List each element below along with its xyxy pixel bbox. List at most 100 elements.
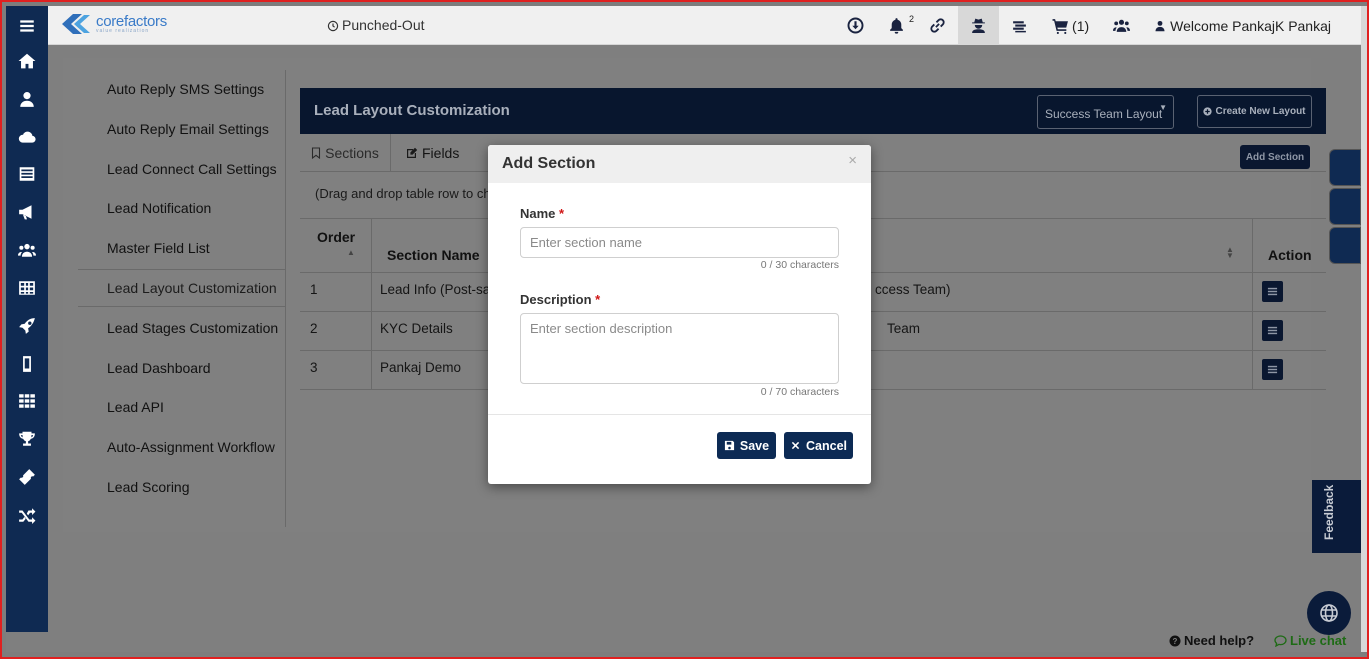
modal-title: Add Section bbox=[502, 155, 596, 172]
add-section-modal: Add Section × Name * 0 / 30 characters D… bbox=[488, 145, 871, 484]
name-label: Name * bbox=[520, 206, 564, 221]
sort-up-icon[interactable]: ▲ bbox=[347, 248, 355, 257]
caret-down-icon: ▼ bbox=[1159, 103, 1167, 112]
need-help-label: Need help? bbox=[1184, 633, 1255, 648]
save-icon bbox=[724, 440, 734, 451]
header-order[interactable]: Order bbox=[317, 229, 355, 245]
welcome-text: Welcome PankajK Pankaj bbox=[1170, 17, 1331, 34]
apps-grid-icon[interactable] bbox=[16, 390, 38, 412]
team-button[interactable] bbox=[1101, 6, 1142, 45]
header-action: Action bbox=[1268, 247, 1312, 263]
close-icon[interactable]: × bbox=[848, 152, 857, 169]
punch-status[interactable]: Punched-Out bbox=[327, 17, 425, 33]
corefactors-logo[interactable]: corefactors value realization bbox=[60, 13, 167, 35]
table-icon[interactable] bbox=[16, 277, 38, 299]
add-section-button[interactable]: Add Section bbox=[1240, 145, 1310, 169]
menu-item-lead-api[interactable]: Lead API bbox=[78, 388, 286, 426]
save-button[interactable]: Save bbox=[717, 432, 776, 459]
cloud-icon[interactable] bbox=[16, 126, 38, 148]
megaphone-icon[interactable] bbox=[16, 201, 38, 223]
settings-menu: Auto Reply SMS Settings Auto Reply Email … bbox=[78, 70, 286, 527]
rocket-icon[interactable] bbox=[16, 315, 38, 337]
live-chat-link[interactable]: Live chat bbox=[1274, 633, 1346, 648]
user-secret-icon bbox=[972, 18, 985, 33]
header-section-name[interactable]: Section Name bbox=[387, 247, 480, 263]
notifications-button[interactable]: 2 bbox=[876, 6, 917, 45]
row-3-order: 3 bbox=[310, 360, 318, 375]
chat-widget-tab[interactable] bbox=[1329, 149, 1361, 186]
chat-bubble-icon bbox=[1274, 634, 1287, 647]
list-icon bbox=[1267, 326, 1278, 335]
users-group-icon[interactable] bbox=[16, 239, 38, 261]
billing-button[interactable] bbox=[999, 6, 1040, 45]
section-name-input[interactable] bbox=[520, 227, 839, 258]
plus-circle-icon bbox=[1203, 107, 1213, 116]
menu-item-lead-connect-call-settings[interactable]: Lead Connect Call Settings bbox=[78, 150, 286, 188]
cart-count: (1) bbox=[1072, 17, 1090, 34]
feedback-tab[interactable]: Feedback bbox=[1312, 480, 1365, 553]
bell-icon bbox=[890, 18, 903, 34]
logo-name: corefactors bbox=[96, 13, 167, 30]
cancel-button[interactable]: Cancel bbox=[784, 432, 853, 459]
drag-instructions: (Drag and drop table row to cha bbox=[315, 186, 498, 201]
cart-icon bbox=[1052, 19, 1068, 34]
row-1-edit-button[interactable] bbox=[1262, 281, 1283, 302]
money-icon bbox=[1013, 21, 1026, 33]
modal-header: Add Section × bbox=[488, 145, 871, 183]
menu-item-lead-stages-customization[interactable]: Lead Stages Customization bbox=[78, 309, 286, 347]
menu-item-auto-reply-email-settings[interactable]: Auto Reply Email Settings bbox=[78, 110, 286, 148]
menu-item-lead-scoring[interactable]: Lead Scoring bbox=[78, 468, 286, 506]
live-chat-label: Live chat bbox=[1290, 633, 1347, 648]
list-icon[interactable] bbox=[16, 163, 38, 185]
app-frame: corefactors value realization Punched-Ou… bbox=[0, 0, 1369, 659]
row-2-order: 2 bbox=[310, 321, 318, 336]
menu-item-auto-reply-sms-settings[interactable]: Auto Reply SMS Settings bbox=[78, 70, 286, 108]
mail-widget-tab[interactable] bbox=[1329, 227, 1361, 264]
menu-item-lead-dashboard[interactable]: Lead Dashboard bbox=[78, 349, 286, 387]
phone-widget-tab[interactable] bbox=[1329, 188, 1361, 225]
notification-count: 2 bbox=[909, 14, 915, 24]
download-button[interactable] bbox=[835, 6, 876, 45]
mobile-icon[interactable] bbox=[16, 353, 38, 375]
section-description-input[interactable] bbox=[520, 313, 839, 384]
need-help-link[interactable]: ? Need help? bbox=[1169, 633, 1254, 648]
row-3-name: Pankaj Demo bbox=[380, 360, 462, 375]
cancel-label: Cancel bbox=[806, 438, 847, 453]
menu-item-auto-assignment-workflow[interactable]: Auto-Assignment Workflow bbox=[78, 428, 286, 466]
description-label: Description * bbox=[520, 292, 600, 307]
menu-item-lead-notification[interactable]: Lead Notification bbox=[78, 189, 286, 227]
punch-status-label: Punched-Out bbox=[342, 17, 425, 33]
layout-select-value: Success Team Layout bbox=[1045, 107, 1163, 121]
menu-item-lead-layout-customization[interactable]: Lead Layout Customization bbox=[78, 269, 286, 307]
cart-button[interactable]: (1) bbox=[1040, 6, 1101, 45]
menu-item-master-field-list[interactable]: Master Field List bbox=[78, 229, 286, 267]
row-2-edit-button[interactable] bbox=[1262, 320, 1283, 341]
row-2-description: Team bbox=[887, 321, 921, 336]
name-char-counter: 0 / 30 characters bbox=[760, 259, 839, 271]
panel-header: Lead Layout Customization Success Team L… bbox=[300, 88, 1326, 134]
tab-fields[interactable]: Fields bbox=[406, 134, 459, 172]
layout-select[interactable]: Success Team Layout ▼ bbox=[1037, 95, 1174, 129]
ticket-icon[interactable] bbox=[16, 466, 38, 488]
links-button[interactable] bbox=[917, 6, 958, 45]
shuffle-icon[interactable] bbox=[16, 504, 38, 526]
team-icon bbox=[1113, 19, 1131, 32]
trophy-icon[interactable] bbox=[16, 428, 38, 450]
hamburger-menu-icon[interactable] bbox=[16, 15, 38, 37]
tab-sections[interactable]: Sections bbox=[300, 134, 391, 172]
page-scrollbar[interactable] bbox=[1361, 6, 1367, 652]
support-globe-button[interactable] bbox=[1307, 591, 1351, 635]
create-new-layout-button[interactable]: Create New Layout bbox=[1197, 95, 1312, 128]
home-icon[interactable] bbox=[16, 50, 38, 72]
save-label: Save bbox=[739, 438, 770, 453]
agent-button[interactable] bbox=[958, 6, 1000, 45]
user-icon[interactable] bbox=[16, 88, 38, 110]
row-2-name: KYC Details bbox=[380, 321, 453, 336]
description-label-text: Description bbox=[520, 292, 592, 307]
sidebar bbox=[6, 6, 48, 632]
user-menu[interactable]: Welcome PankajK Pankaj bbox=[1142, 6, 1343, 45]
sort-icon[interactable]: ▲ ▼ bbox=[1226, 246, 1234, 260]
row-3-edit-button[interactable] bbox=[1262, 359, 1283, 380]
bottom-bar bbox=[6, 632, 1365, 652]
name-required-mark: * bbox=[559, 206, 565, 221]
